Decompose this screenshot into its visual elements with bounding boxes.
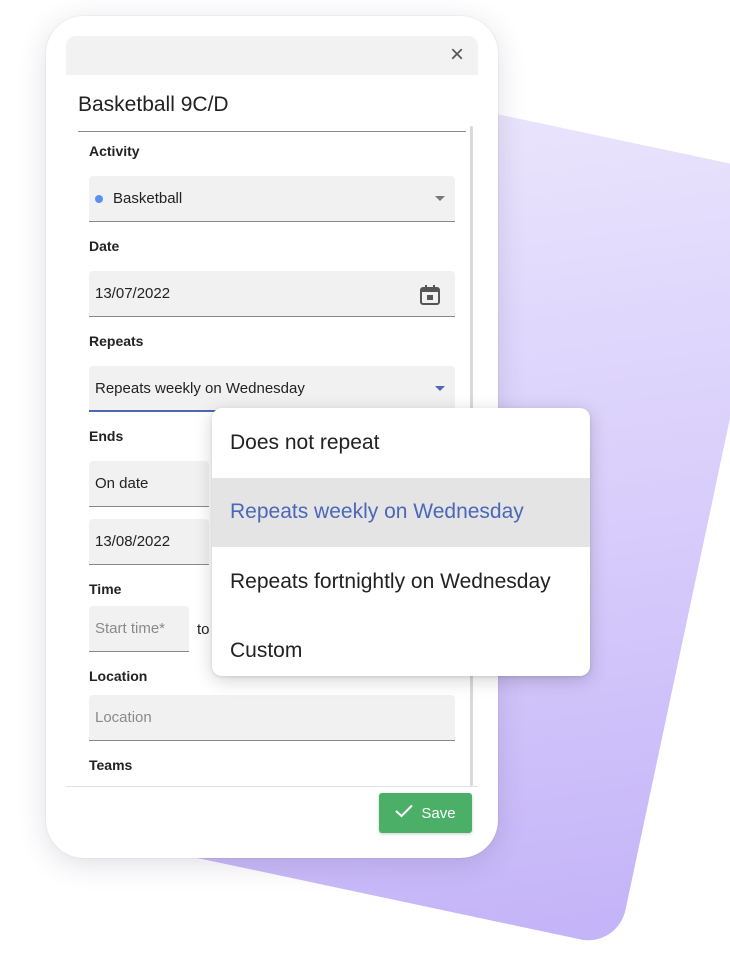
calendar-icon[interactable]: [419, 284, 441, 310]
activity-select[interactable]: Basketball: [89, 176, 455, 222]
start-time-placeholder: Start time*: [95, 620, 166, 637]
ends-date-field[interactable]: 13/08/2022: [89, 519, 209, 565]
activity-value: Basketball: [113, 190, 183, 207]
close-icon[interactable]: ×: [446, 43, 468, 67]
check-icon: [395, 804, 414, 822]
start-time-input[interactable]: Start time*: [89, 606, 189, 652]
teams-label: Teams: [89, 757, 133, 773]
menu-option-fortnightly[interactable]: Repeats fortnightly on Wednesday: [212, 547, 590, 617]
ends-value: On date: [95, 475, 149, 492]
date-value: 13/07/2022: [95, 285, 171, 302]
dialog-title: Basketball 9C/D: [78, 93, 229, 116]
menu-option-weekly[interactable]: Repeats weekly on Wednesday: [212, 477, 590, 547]
date-label: Date: [89, 238, 120, 254]
menu-option-does-not-repeat[interactable]: Does not repeat: [212, 408, 590, 478]
activity-label: Activity: [89, 143, 140, 159]
location-placeholder: Location: [95, 709, 152, 726]
menu-option-custom[interactable]: Custom: [212, 617, 590, 677]
save-label: Save: [421, 804, 456, 822]
repeats-label: Repeats: [89, 333, 144, 349]
time-to-text: to: [197, 620, 210, 638]
activity-color-dot: [95, 194, 103, 203]
title-field[interactable]: Basketball 9C/D: [78, 85, 466, 132]
dialog-header: ×: [66, 36, 478, 75]
save-button[interactable]: Save: [379, 793, 472, 833]
location-input[interactable]: Location: [89, 695, 455, 741]
date-field[interactable]: 13/07/2022: [89, 271, 455, 317]
chevron-down-icon: [435, 196, 445, 201]
dialog-footer: Save: [66, 786, 478, 836]
repeats-value: Repeats weekly on Wednesday: [95, 379, 305, 397]
ends-select[interactable]: On date: [89, 461, 209, 507]
repeats-dropdown-menu: Does not repeat Repeats weekly on Wednes…: [212, 408, 590, 676]
repeats-select[interactable]: Repeats weekly on Wednesday: [89, 366, 455, 412]
ends-date-value: 13/08/2022: [95, 533, 171, 550]
chevron-down-icon: [435, 386, 445, 391]
